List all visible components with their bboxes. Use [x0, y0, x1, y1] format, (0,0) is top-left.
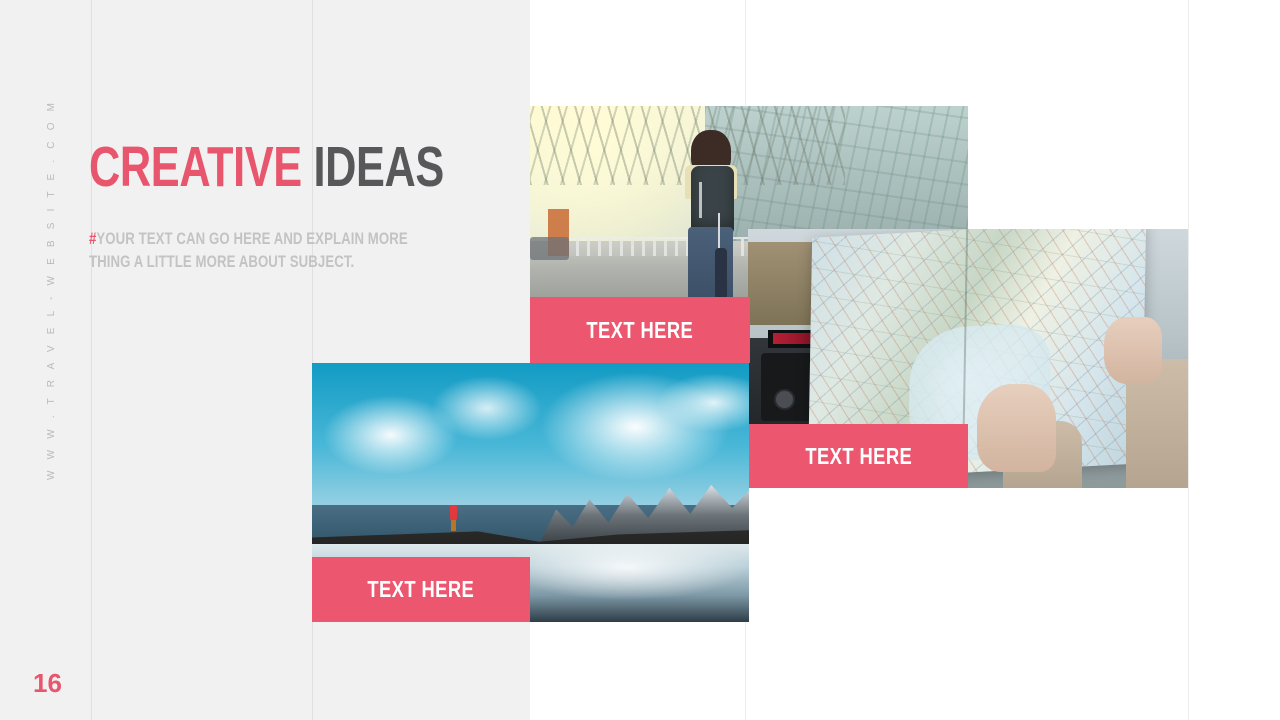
presentation-slide: CREATIVE IDEAS #YOUR TEXT CAN GO HERE AN… [0, 0, 1280, 720]
caption-bar-airport-label: TEXT HERE [586, 316, 694, 343]
fjord-clouds [312, 373, 749, 509]
hiker-legs [450, 520, 456, 532]
airport-car [530, 236, 570, 261]
caption-bar-fjord[interactable]: TEXT HERE [312, 557, 530, 622]
left-hand [976, 384, 1056, 473]
title-plain-word: IDEAS [301, 135, 444, 199]
caption-bar-road-map[interactable]: TEXT HERE [749, 424, 968, 488]
grid-line-1 [91, 0, 92, 720]
page-subtitle: #YOUR TEXT CAN GO HERE AND EXPLAIN MORE … [89, 228, 433, 275]
airport-traveler [675, 129, 749, 304]
title-accent-word: CREATIVE [89, 135, 302, 199]
subtitle-text: YOUR TEXT CAN GO HERE AND EXPLAIN MORE T… [89, 230, 408, 272]
suitcase [715, 248, 728, 301]
traveler-backpack [690, 166, 735, 237]
hiker-jacket [449, 505, 457, 521]
grid-line-4 [1188, 0, 1189, 720]
website-url-vertical: W W W . T R A V E L - W E B S I T E . C … [46, 98, 57, 480]
caption-bar-fjord-label: TEXT HERE [367, 576, 475, 602]
caption-bar-road-map-label: TEXT HERE [805, 442, 912, 469]
fjord-hiker [449, 505, 457, 532]
page-number: 16 [33, 668, 62, 698]
caption-bar-airport[interactable]: TEXT HERE [530, 297, 750, 363]
right-hand [1104, 317, 1162, 385]
page-title: CREATIVE IDEAS [89, 139, 444, 196]
